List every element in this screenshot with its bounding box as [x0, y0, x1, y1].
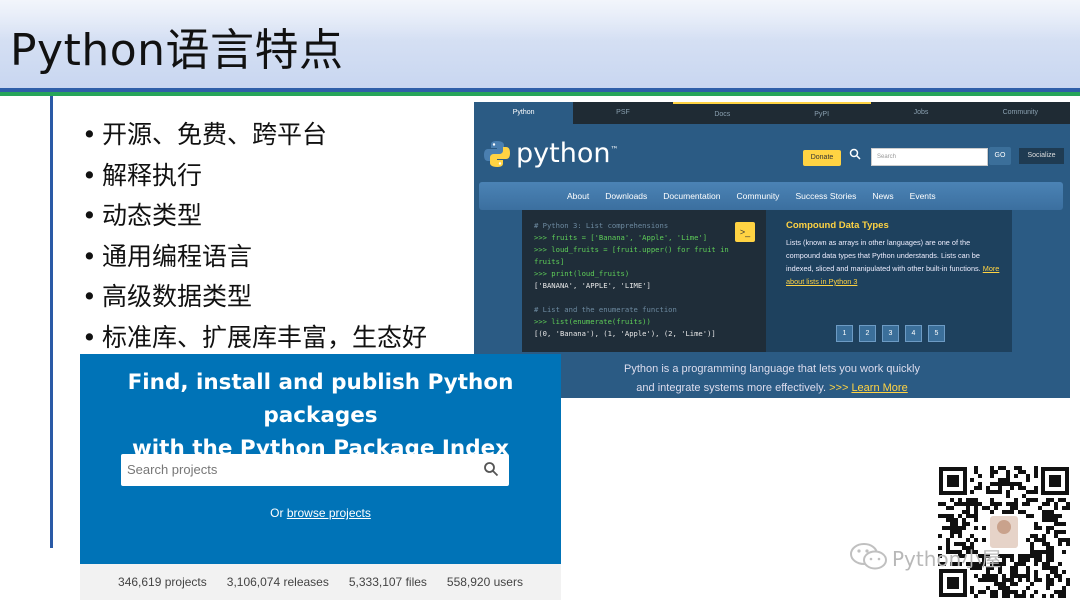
python-tagline: Python is a programming language that le… [474, 360, 1070, 398]
tagline-line: Python is a programming language that le… [624, 363, 920, 375]
pager-1[interactable]: 1 [836, 325, 853, 342]
watermark-text: Python小屋 [892, 546, 1002, 571]
qr-code [937, 465, 1071, 599]
python-org-screenshot: Python PSF Docs PyPI Jobs Community pyth… [474, 102, 1070, 398]
launch-shell-button[interactable]: >_ [735, 222, 755, 242]
code-sample: # Python 3: List comprehensions >>> frui… [522, 210, 766, 352]
nav-downloads[interactable]: Downloads [597, 182, 655, 210]
code-line: >>> print(loud_fruits) [534, 269, 630, 278]
pypi-heading: Find, install and publish Python package… [80, 366, 561, 465]
pypi-screenshot: Find, install and publish Python package… [80, 354, 561, 564]
pypi-stats-bar: 346,619 projects 3,106,074 releases 5,33… [80, 564, 561, 600]
stat-files: 5,333,107 files [348, 575, 427, 589]
feature-text: 高级数据类型 [102, 282, 253, 311]
tab-python[interactable]: Python [474, 102, 574, 124]
code-output: ['BANANA', 'APPLE', 'LIME'] [534, 281, 651, 290]
stat-users: 558,920 users [446, 575, 523, 589]
pypi-search-input[interactable]: Search projects [127, 454, 217, 486]
pager-2[interactable]: 2 [859, 325, 876, 342]
bullet-dot: • [82, 120, 97, 149]
slide-title: Python语言特点 [10, 25, 344, 76]
feature-list: • 开源、免费、跨平台 • 解释执行 • 动态类型 • 通用编程语言 • 高级数据类型 •… [82, 115, 427, 358]
code-line: >>> list(enumerate(fruits)) [534, 317, 651, 326]
bullet-dot: • [82, 322, 97, 352]
python-main-nav: About Downloads Documentation Community … [479, 182, 1063, 210]
bullet-dot: • [82, 282, 97, 311]
nav-documentation[interactable]: Documentation [655, 182, 728, 210]
pager-5[interactable]: 5 [928, 325, 945, 342]
bullet-dot: • [82, 201, 97, 230]
feature-title: Compound Data Types [786, 220, 889, 231]
search-icon [849, 148, 861, 163]
tab-jobs[interactable]: Jobs [871, 102, 970, 124]
browse-projects-link[interactable]: browse projects [287, 506, 371, 520]
title-rule-green [0, 92, 1080, 96]
feature-text: 标准库、扩展库丰富，生态好 [102, 322, 428, 352]
watermark: Python小屋 [848, 541, 1001, 573]
python-header: python™ Donate Search GO Socialize [474, 124, 1070, 182]
tab-community[interactable]: Community [971, 102, 1070, 124]
pypi-heading-line: Find, install and publish Python package… [127, 370, 514, 428]
feature-body: Lists (known as arrays in other language… [786, 238, 1000, 286]
learn-more-arrows: >>> [829, 382, 849, 394]
feature-item: • 动态类型 [82, 196, 427, 237]
nav-about[interactable]: About [559, 182, 597, 210]
tab-psf[interactable]: PSF [573, 102, 672, 124]
wechat-icon [850, 543, 887, 570]
pypi-browse: Or browse projects [270, 506, 371, 520]
pypi-search-box[interactable]: Search projects [121, 454, 509, 486]
nav-news[interactable]: News [864, 182, 901, 210]
nav-success-stories[interactable]: Success Stories [787, 182, 864, 210]
donate-button[interactable]: Donate [803, 150, 841, 166]
learn-more-link[interactable]: Learn More [851, 382, 907, 394]
bullet-dot: • [82, 160, 97, 190]
pager-3[interactable]: 3 [882, 325, 899, 342]
code-output: [(0, 'Banana'), (1, 'Apple'), (2, 'Lime'… [534, 329, 716, 338]
tab-docs[interactable]: Docs [672, 102, 772, 124]
search-icon[interactable] [483, 461, 499, 477]
feature-item: • 解释执行 [82, 156, 427, 197]
python-search-input[interactable]: Search [871, 148, 988, 166]
feature-item: • 高级数据类型 [82, 277, 427, 318]
bullet-dot: • [82, 241, 97, 271]
feature-pager: 1 2 3 4 5 [836, 325, 951, 342]
feature-item: • 通用编程语言 [82, 237, 427, 278]
python-top-nav: Python PSF Docs PyPI Jobs Community [474, 102, 1070, 124]
code-line: >>> loud_fruits = [fruit.upper() for fru… [534, 245, 729, 254]
nav-events[interactable]: Events [902, 182, 944, 210]
stat-releases: 3,106,074 releases [226, 575, 329, 589]
feature-panel: Compound Data Types Lists (known as arra… [766, 210, 1012, 352]
left-accent-bar [50, 96, 53, 548]
python-logo-text: python™ [516, 138, 619, 169]
tagline-line: and integrate systems more effectively. … [636, 382, 908, 394]
socialize-button[interactable]: Socialize [1019, 148, 1064, 164]
code-line: fruits] [534, 257, 565, 266]
python-logo-icon [484, 140, 510, 167]
feature-text: 开源、免费、跨平台 [102, 120, 328, 149]
code-comment: # List and the enumerate function [534, 305, 677, 314]
pager-4[interactable]: 4 [905, 325, 922, 342]
feature-item: • 标准库、扩展库丰富，生态好 [82, 318, 427, 359]
python-logo[interactable]: python™ [482, 138, 618, 169]
tab-pypi[interactable]: PyPI [771, 102, 872, 124]
feature-item: • 开源、免费、跨平台 [82, 115, 427, 156]
code-line: >>> fruits = ['Banana', 'Apple', 'Lime'] [534, 233, 708, 242]
go-button[interactable]: GO [989, 147, 1011, 165]
code-blank [534, 292, 766, 304]
code-comment: # Python 3: List comprehensions [534, 221, 669, 230]
feature-text: 通用编程语言 [102, 241, 253, 271]
feature-text: 动态类型 [102, 201, 203, 230]
stat-projects: 346,619 projects [118, 575, 207, 589]
nav-community[interactable]: Community [728, 182, 787, 210]
feature-text: 解释执行 [102, 160, 203, 190]
